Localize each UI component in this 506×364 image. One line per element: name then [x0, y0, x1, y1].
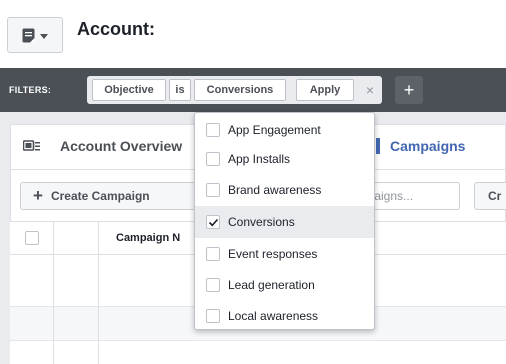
option-label: Lead generation — [228, 278, 315, 292]
chevron-down-icon — [40, 26, 48, 44]
option-conversions[interactable]: Conversions — [195, 206, 374, 238]
plus-icon: + — [33, 186, 43, 205]
option-checkbox[interactable] — [206, 183, 220, 197]
option-label: Conversions — [228, 215, 295, 229]
create-campaign-button[interactable]: + Create Campaign — [20, 182, 198, 210]
account-title: Account: — [77, 19, 155, 39]
filter-label: FILTERS: — [9, 85, 52, 95]
column-divider — [98, 222, 99, 364]
option-event-responses[interactable]: Event responses — [195, 238, 374, 270]
option-checkbox[interactable] — [206, 152, 220, 166]
option-app-engagement[interactable]: App Engagement — [195, 114, 374, 146]
filter-remove-icon[interactable]: × — [359, 79, 381, 101]
option-checkbox[interactable] — [206, 309, 220, 323]
column-header-campaign-name[interactable]: Campaign N — [116, 232, 180, 244]
campaigns-tab-marker — [376, 138, 380, 154]
filter-field-chip[interactable]: Objective — [92, 79, 166, 101]
option-lead-generation[interactable]: Lead generation — [195, 269, 374, 301]
option-app-installs[interactable]: App Installs — [195, 143, 374, 175]
option-brand-awareness[interactable]: Brand awareness — [195, 174, 374, 206]
account-menu-button[interactable] — [7, 17, 63, 53]
document-icon — [22, 28, 35, 43]
top-header — [0, 0, 506, 68]
option-label: App Engagement — [228, 123, 321, 137]
create-campaign-label: Create Campaign — [50, 189, 150, 203]
create-report-button[interactable]: Cr — [474, 182, 506, 210]
filter-value-chip[interactable]: Conversions — [194, 79, 286, 101]
option-label: Local awareness — [228, 309, 319, 323]
tab-account-overview[interactable]: Account Overview — [60, 138, 182, 154]
filter-operator-chip[interactable]: is — [169, 79, 191, 101]
filter-apply-button[interactable]: Apply — [296, 79, 354, 101]
overview-icon — [22, 140, 41, 154]
option-label: App Installs — [228, 152, 291, 166]
option-checkbox[interactable] — [206, 247, 220, 261]
select-all-checkbox[interactable] — [25, 231, 39, 245]
option-checkbox[interactable] — [206, 278, 220, 292]
table-row[interactable] — [10, 341, 506, 364]
column-divider — [53, 222, 54, 364]
option-checkbox[interactable] — [206, 123, 220, 137]
option-label: Event responses — [228, 247, 318, 261]
option-label: Brand awareness — [228, 183, 322, 197]
option-local-awareness[interactable]: Local awareness — [195, 300, 374, 332]
add-filter-button[interactable]: + — [395, 76, 423, 104]
option-checkbox-checked[interactable] — [206, 215, 220, 229]
tab-campaigns[interactable]: Campaigns — [390, 138, 465, 154]
